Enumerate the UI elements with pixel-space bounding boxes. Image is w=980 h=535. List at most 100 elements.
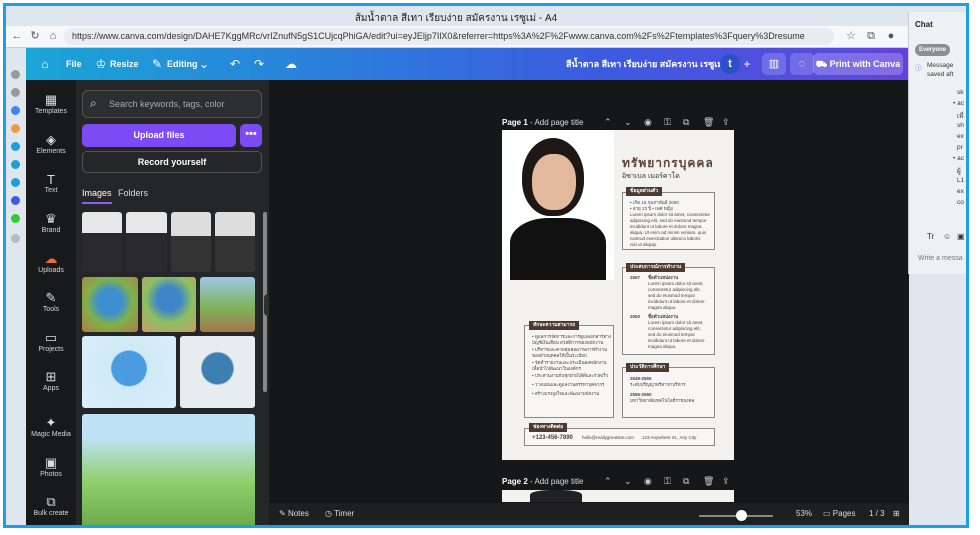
comment-icon[interactable]: ◌: [790, 53, 814, 75]
cloud-saved-icon[interactable]: ☁: [284, 57, 298, 71]
add-icon[interactable]: [11, 234, 20, 243]
resume-page-2[interactable]: [502, 490, 734, 502]
trash-icon[interactable]: 🗑: [703, 117, 714, 128]
chat-panel: Chat Everyone ⓘ Message saved aft sk • a…: [908, 12, 966, 274]
upload-files-button[interactable]: Upload files: [82, 124, 236, 147]
personal-line: nisi ut aliquip.: [630, 242, 658, 247]
uploaded-image-thumbnail[interactable]: [142, 277, 196, 332]
uploaded-image-thumbnail[interactable]: [180, 336, 255, 408]
resize-button[interactable]: Resize: [110, 48, 139, 80]
sidebar-app-icon[interactable]: [11, 124, 20, 133]
uploaded-image-thumbnail[interactable]: [82, 277, 138, 332]
add-collaborator-icon[interactable]: +: [740, 57, 754, 71]
timer-button[interactable]: ◷ Timer: [325, 509, 354, 518]
notes-button[interactable]: ✎ Notes: [279, 509, 309, 518]
duplicate-icon[interactable]: ⧉: [683, 476, 689, 487]
undo-icon[interactable]: ↶: [228, 57, 242, 71]
canva-icon[interactable]: [11, 196, 20, 205]
lock-icon[interactable]: ⚿: [664, 117, 671, 128]
url-field[interactable]: https://www.canva.com/design/DAHE7KggMRc…: [64, 28, 834, 45]
eye-icon[interactable]: ◉: [644, 117, 652, 128]
print-with-canva-button[interactable]: ⛟ Print with Canva: [813, 53, 903, 75]
zoom-level[interactable]: 53%: [796, 509, 812, 518]
home-icon[interactable]: ⌂: [46, 29, 60, 43]
eye-icon[interactable]: ◉: [644, 476, 652, 487]
rail-item-projects[interactable]: ▭ Projects: [26, 328, 76, 366]
drive-icon[interactable]: [11, 214, 20, 223]
rail-item-magic-media[interactable]: ✦ Magic Media: [26, 413, 76, 451]
uploaded-image-thumbnail[interactable]: [215, 212, 255, 272]
rail-label: Projects: [38, 346, 64, 353]
resume-subtitle[interactable]: อิซาเบล เมอร์คาโด: [622, 171, 680, 182]
page-1-label[interactable]: Page 1 - Add page title: [502, 118, 583, 127]
edge-icon[interactable]: [11, 178, 20, 187]
refresh-icon[interactable]: ↻: [28, 29, 42, 43]
lock-icon[interactable]: ⚿: [664, 476, 671, 487]
rail-item-text[interactable]: T Text: [26, 170, 76, 208]
uploaded-image-thumbnail[interactable]: [171, 212, 211, 272]
sidebar-dot-icon[interactable]: [11, 88, 20, 97]
more-options-button[interactable]: •••: [240, 124, 262, 147]
search-input[interactable]: Search keywords, tags, color: [82, 90, 262, 118]
uploaded-image-thumbnail[interactable]: [82, 212, 122, 272]
avatar[interactable]: t: [720, 54, 740, 74]
add-page-icon[interactable]: ⇪: [722, 476, 730, 487]
sidebar-dot-icon[interactable]: [11, 70, 20, 79]
uploaded-image-thumbnail[interactable]: [82, 414, 255, 525]
profile-photo[interactable]: [502, 130, 614, 280]
pages-button[interactable]: ▭ Pages: [823, 509, 855, 518]
chat-fragment: • ac: [953, 100, 964, 107]
record-yourself-button[interactable]: Record yourself: [82, 151, 262, 173]
page-counter[interactable]: 1 / 3: [869, 509, 885, 518]
zoom-slider-handle[interactable]: [736, 510, 747, 521]
rail-item-elements[interactable]: ◈ Elements: [26, 130, 76, 168]
chevron-up-icon[interactable]: ⌃: [604, 117, 612, 128]
chevron-down-icon[interactable]: ⌄: [197, 57, 211, 71]
edge-icon[interactable]: [11, 142, 20, 151]
editor-toolbar: ⌂ File ♔ Resize ✎ Editing ⌄ ↶ ↷ ☁ สีน้ำต…: [26, 48, 966, 80]
rail-item-photos[interactable]: ▣ Photos: [26, 453, 76, 491]
chat-message-input[interactable]: Write a messa: [913, 250, 966, 268]
rail-item-bulk-create[interactable]: ⧉ Bulk create: [26, 492, 76, 525]
insights-icon[interactable]: ▥: [762, 53, 786, 75]
text-format-icon[interactable]: Tr: [927, 232, 934, 241]
rail-item-apps[interactable]: ⊞ Apps: [26, 367, 76, 405]
rail-label: Photos: [40, 471, 62, 478]
redo-icon[interactable]: ↷: [252, 57, 266, 71]
back-icon[interactable]: ←: [10, 29, 24, 43]
uploaded-image-thumbnail[interactable]: [126, 212, 167, 272]
trash-icon[interactable]: 🗑: [703, 476, 714, 487]
collections-icon[interactable]: ⧉: [864, 29, 878, 43]
rail-item-brand[interactable]: ♛ Brand: [26, 209, 76, 247]
browser-tab-title[interactable]: ส้มน้ำตาล สีเทา เรียบง่าย สมัครงาน เรซูเ…: [6, 11, 906, 26]
tab-folders[interactable]: Folders: [118, 188, 148, 198]
uploaded-image-thumbnail[interactable]: [200, 277, 255, 332]
home-icon[interactable]: ⌂: [38, 57, 52, 71]
grid-view-icon[interactable]: ⊞: [893, 509, 900, 518]
edge-icon[interactable]: [11, 160, 20, 169]
copilot-icon[interactable]: [11, 106, 20, 115]
duplicate-icon[interactable]: ⧉: [683, 117, 689, 128]
file-menu[interactable]: File: [66, 48, 82, 80]
tab-images[interactable]: Images: [82, 188, 112, 204]
resume-page[interactable]: ทรัพยากรบุคคล อิซาเบล เมอร์คาโด ข้อมูลส่…: [502, 130, 734, 460]
chevron-up-icon[interactable]: ⌃: [604, 476, 612, 487]
document-title[interactable]: สีน้ำตาล สีเทา เรียบง่าย สมัครงาน เรซูเม…: [566, 48, 723, 80]
chat-filter-everyone[interactable]: Everyone: [915, 44, 951, 56]
rail-label: Apps: [43, 385, 59, 392]
rail-item-tools[interactable]: ✎ Tools: [26, 288, 76, 326]
rail-item-templates[interactable]: ▦ Templates: [26, 90, 76, 128]
chat-fragment: pr: [957, 144, 963, 151]
editing-menu[interactable]: Editing: [167, 48, 198, 80]
page-2-label[interactable]: Page 2 - Add page title: [502, 477, 583, 486]
rail-item-uploads[interactable]: ☁ Uploads: [26, 249, 76, 287]
uploaded-image-thumbnail[interactable]: [82, 336, 176, 408]
profile-icon[interactable]: ●: [884, 29, 898, 43]
search-icon: ⌕: [90, 96, 97, 110]
add-page-icon[interactable]: ⇪: [722, 117, 730, 128]
chevron-down-icon[interactable]: ⌄: [624, 476, 632, 487]
star-icon[interactable]: ☆: [844, 29, 858, 43]
attach-icon[interactable]: ▣: [957, 232, 965, 241]
emoji-icon[interactable]: ☺: [943, 232, 951, 241]
chevron-down-icon[interactable]: ⌄: [624, 117, 632, 128]
